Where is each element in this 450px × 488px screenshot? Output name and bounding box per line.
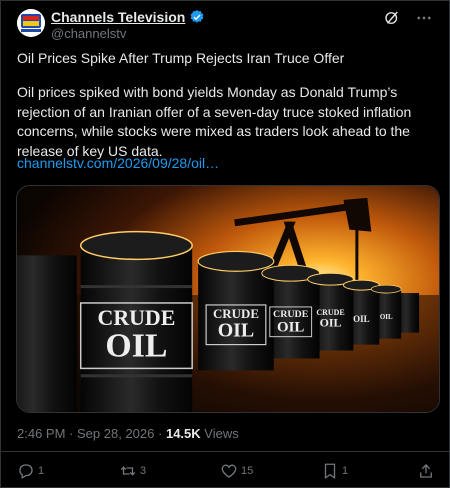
barrel-label-oil-4: OIL bbox=[320, 316, 342, 330]
reply-count: 1 bbox=[38, 465, 45, 477]
post-date[interactable]: Sep 28, 2026 bbox=[77, 426, 154, 441]
repost-count: 3 bbox=[140, 465, 147, 477]
post-header: Channels Television @channelstv bbox=[17, 7, 437, 47]
reply-button[interactable]: 1 bbox=[17, 462, 44, 480]
handle[interactable]: @channelstv bbox=[51, 26, 205, 41]
barrel-label-oil-2: OIL bbox=[218, 320, 254, 342]
account-names: Channels Television @channelstv bbox=[51, 9, 205, 41]
action-bar: 1 3 15 1 bbox=[1, 451, 449, 488]
repost-icon bbox=[120, 466, 136, 476]
views-label: Views bbox=[204, 426, 239, 441]
post-card: Channels Television @channelstv Oil Pric… bbox=[0, 0, 450, 488]
share-button[interactable] bbox=[417, 462, 435, 480]
channels-logo-icon bbox=[17, 9, 45, 37]
bookmark-icon bbox=[324, 463, 336, 480]
barrel-label-oil: OIL bbox=[105, 328, 167, 365]
share-icon bbox=[420, 464, 432, 478]
article-link[interactable]: channelstv.com/2026/09/28/oil… bbox=[17, 155, 219, 171]
post-image[interactable]: CRUDE OIL CRUDE OIL CRUDE OIL CRUDE OIL … bbox=[16, 185, 440, 413]
barrel-label-crude: CRUDE bbox=[98, 306, 176, 330]
meta-separator-2: · bbox=[158, 426, 163, 441]
crude-oil-barrels-image: CRUDE OIL CRUDE OIL CRUDE OIL CRUDE OIL … bbox=[17, 186, 439, 412]
reply-icon bbox=[19, 464, 33, 479]
heart-icon bbox=[221, 464, 237, 478]
bookmark-button[interactable]: 1 bbox=[321, 462, 348, 480]
barrel-label-crude-3: CRUDE bbox=[273, 309, 309, 320]
barrel-label-oil-6: OIL bbox=[380, 313, 393, 321]
bookmark-count: 1 bbox=[342, 465, 349, 477]
like-count: 15 bbox=[241, 465, 254, 477]
views-count: 14.5K bbox=[165, 426, 201, 441]
barrel-label-crude-2: CRUDE bbox=[213, 306, 259, 321]
more-options-icon[interactable] bbox=[415, 9, 433, 27]
display-name[interactable]: Channels Television bbox=[51, 9, 185, 25]
avatar[interactable] bbox=[17, 9, 45, 37]
repost-button[interactable]: 3 bbox=[119, 462, 146, 480]
meta-separator: · bbox=[69, 426, 74, 441]
post-title: Oil Prices Spike After Trump Rejects Ira… bbox=[17, 50, 345, 66]
like-button[interactable]: 15 bbox=[220, 462, 253, 480]
grok-icon[interactable] bbox=[383, 9, 401, 27]
barrel-label-oil-5: OIL bbox=[353, 314, 369, 324]
barrel-label-oil-3: OIL bbox=[277, 320, 304, 336]
post-meta: 2:46 PM · Sep 28, 2026 · 14.5K Views bbox=[17, 426, 239, 441]
post-time[interactable]: 2:46 PM bbox=[17, 426, 65, 441]
verified-badge-icon bbox=[190, 10, 204, 23]
post-body: Oil prices spiked with bond yields Monda… bbox=[17, 84, 412, 159]
